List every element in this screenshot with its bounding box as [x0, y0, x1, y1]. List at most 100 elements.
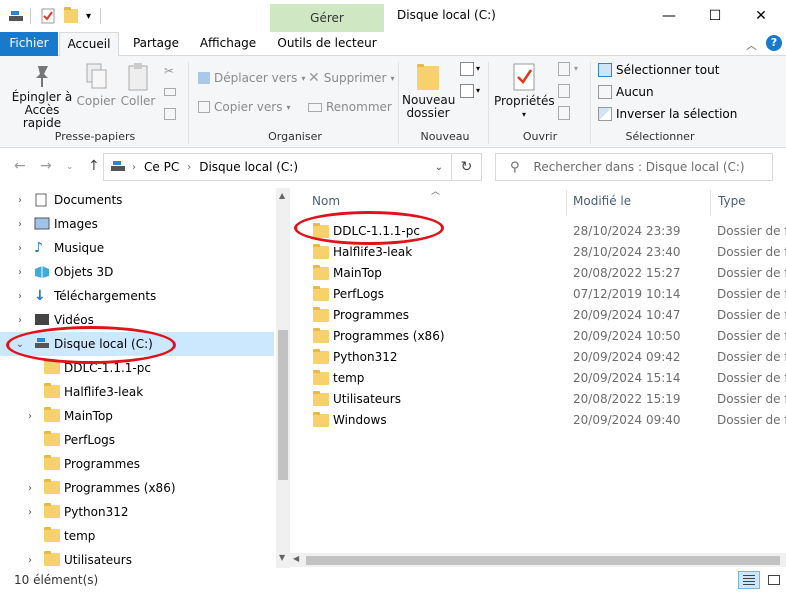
nav-item[interactable]: › MainTop	[0, 404, 274, 428]
invert-selection-button[interactable]: Inverser la sélection	[598, 104, 737, 124]
scroll-down-icon[interactable]: ▼	[279, 553, 285, 562]
file-row[interactable]: Python312 20/09/2024 09:42 Dossier de fich…	[305, 346, 786, 367]
cut-icon[interactable]: ✂	[164, 64, 174, 78]
breadcrumb-this-pc[interactable]: Ce PC	[144, 160, 179, 174]
hscrollbar-thumb[interactable]	[306, 556, 780, 565]
properties-quick-icon[interactable]	[40, 6, 56, 26]
drive-icon	[110, 160, 126, 175]
chevron-right-icon[interactable]: ›	[24, 483, 36, 494]
tab-manage-context[interactable]: Gérer	[270, 4, 384, 32]
up-icon[interactable]: ↑	[88, 158, 100, 174]
select-none-label: Aucun	[616, 85, 654, 99]
new-folder-quick-icon[interactable]	[64, 6, 78, 26]
tab-view[interactable]: Affichage	[196, 32, 260, 56]
file-row[interactable]: Utilisateurs 20/08/2022 15:19 Dossier de f…	[305, 388, 786, 409]
forward-icon[interactable]: →	[40, 158, 52, 174]
properties-button[interactable]: Propriétés ▾	[494, 62, 555, 121]
nav-item[interactable]: › Python312	[0, 500, 274, 524]
nav-item[interactable]: › ↓ Téléchargements	[0, 284, 274, 308]
file-row[interactable]: PerfLogs 07/12/2019 10:14 Dossier de fichi…	[305, 283, 786, 304]
nav-item[interactable]: › Objets 3D	[0, 260, 274, 284]
chevron-right-icon[interactable]: ›	[24, 411, 36, 422]
column-name[interactable]: Nom	[312, 194, 340, 208]
chevron-down-icon[interactable]: ▾	[574, 64, 578, 73]
refresh-button[interactable]: ↻	[452, 153, 482, 181]
chevron-down-icon[interactable]: ▾	[476, 86, 480, 95]
easy-access-icon[interactable]	[460, 84, 474, 98]
file-name: Programmes	[333, 307, 409, 322]
rename-button[interactable]: Renommer	[308, 97, 392, 117]
column-type[interactable]: Type	[718, 194, 746, 208]
file-row[interactable]: Programmes (x86) 20/09/2024 10:50 Dossier …	[305, 325, 786, 346]
file-row[interactable]: temp 20/09/2024 15:14 Dossier de fichiers	[305, 367, 786, 388]
group-label-organize: Organiser	[268, 130, 322, 143]
file-row[interactable]: Programmes 20/09/2024 10:47 Dossier de fic…	[305, 304, 786, 325]
nav-item[interactable]: › Images	[0, 212, 274, 236]
file-row[interactable]: MainTop 20/08/2022 15:27 Dossier de fichie…	[305, 262, 786, 283]
file-name: Utilisateurs	[333, 391, 401, 406]
select-none-button[interactable]: Aucun	[598, 82, 654, 102]
select-all-button[interactable]: Sélectionner tout	[598, 60, 719, 80]
tab-drive-tools[interactable]: Outils de lecteur	[272, 32, 382, 56]
nav-item[interactable]: Programmes	[0, 452, 274, 476]
column-divider[interactable]	[566, 190, 567, 216]
breadcrumb-drive[interactable]: Disque local (C:)	[199, 160, 298, 174]
chevron-down-icon[interactable]: ▾	[476, 64, 480, 73]
large-icons-view-button[interactable]	[764, 571, 784, 589]
column-divider[interactable]	[710, 190, 711, 216]
nav-scrollbar-thumb[interactable]	[278, 330, 288, 480]
column-modified[interactable]: Modifié le	[573, 194, 631, 208]
move-to-button[interactable]: Déplacer vers ▾	[198, 68, 305, 88]
file-modified: 20/08/2022 15:19	[573, 391, 681, 406]
ribbon-collapse-icon[interactable]: ︿	[746, 37, 757, 53]
chevron-right-icon[interactable]: ›	[24, 555, 36, 566]
chevron-right-icon[interactable]: ›	[14, 315, 26, 326]
new-folder-icon	[417, 64, 439, 90]
close-button[interactable]: ✕	[738, 0, 784, 32]
tab-file[interactable]: Fichier	[0, 32, 58, 56]
copy-path-icon[interactable]	[164, 88, 176, 96]
chevron-right-icon[interactable]: ›	[14, 291, 26, 302]
address-box[interactable]: › Ce PC › Disque local (C:) ⌄	[103, 153, 452, 181]
scroll-up-icon[interactable]: ▲	[279, 191, 285, 200]
new-folder-button[interactable]: Nouveau dossier	[402, 64, 455, 120]
new-item-icon[interactable]	[460, 62, 474, 76]
help-icon[interactable]: ?	[766, 35, 782, 51]
nav-item[interactable]: › Documents	[0, 188, 274, 212]
nav-item[interactable]: temp	[0, 524, 274, 548]
file-row[interactable]: Windows 20/09/2024 09:40 Dossier de fichie…	[305, 409, 786, 430]
address-dropdown-icon[interactable]: ⌄	[435, 162, 443, 173]
chevron-right-icon[interactable]: ›	[14, 267, 26, 278]
chevron-right-icon[interactable]: ›	[14, 219, 26, 230]
paste-button[interactable]: Coller	[118, 62, 158, 108]
quick-access-dropdown-icon[interactable]: ▾	[86, 6, 91, 26]
back-icon[interactable]: ←	[14, 158, 26, 174]
history-icon[interactable]	[558, 106, 570, 120]
nav-item[interactable]: › ♪ Musique	[0, 236, 274, 260]
copy-to-button[interactable]: Copier vers ▾	[198, 97, 291, 117]
chevron-right-icon[interactable]: ›	[24, 507, 36, 518]
chevron-right-icon[interactable]: ›	[14, 243, 26, 254]
properties-icon	[513, 63, 535, 91]
nav-item[interactable]: › Programmes (x86)	[0, 476, 274, 500]
scroll-left-icon[interactable]: ◀	[293, 554, 299, 563]
minimize-button[interactable]: —	[646, 0, 692, 32]
paste-shortcut-icon[interactable]	[164, 108, 176, 120]
search-input[interactable]: ⚲ Rechercher dans : Disque local (C:)	[495, 153, 773, 181]
chevron-right-icon[interactable]: ›	[14, 195, 26, 206]
recent-locations-icon[interactable]: ⌄	[66, 162, 74, 172]
folder-icon	[313, 412, 329, 427]
details-view-button[interactable]	[738, 571, 760, 589]
tab-home[interactable]: Accueil	[59, 32, 119, 57]
open-icon[interactable]	[558, 62, 570, 76]
delete-button[interactable]: ✕ Supprimer ▾	[308, 68, 394, 88]
copy-button[interactable]: Copier	[76, 62, 116, 108]
tab-share[interactable]: Partage	[128, 32, 184, 56]
maximize-button[interactable]: ☐	[692, 0, 738, 32]
nav-item[interactable]: PerfLogs	[0, 428, 274, 452]
pin-quick-access-button[interactable]: Épingler à Accès rapide	[6, 62, 78, 130]
nav-item[interactable]: › Utilisateurs	[0, 548, 274, 568]
select-all-icon	[598, 63, 612, 77]
nav-item[interactable]: Halflife3-leak	[0, 380, 274, 404]
edit-icon[interactable]	[558, 84, 570, 98]
